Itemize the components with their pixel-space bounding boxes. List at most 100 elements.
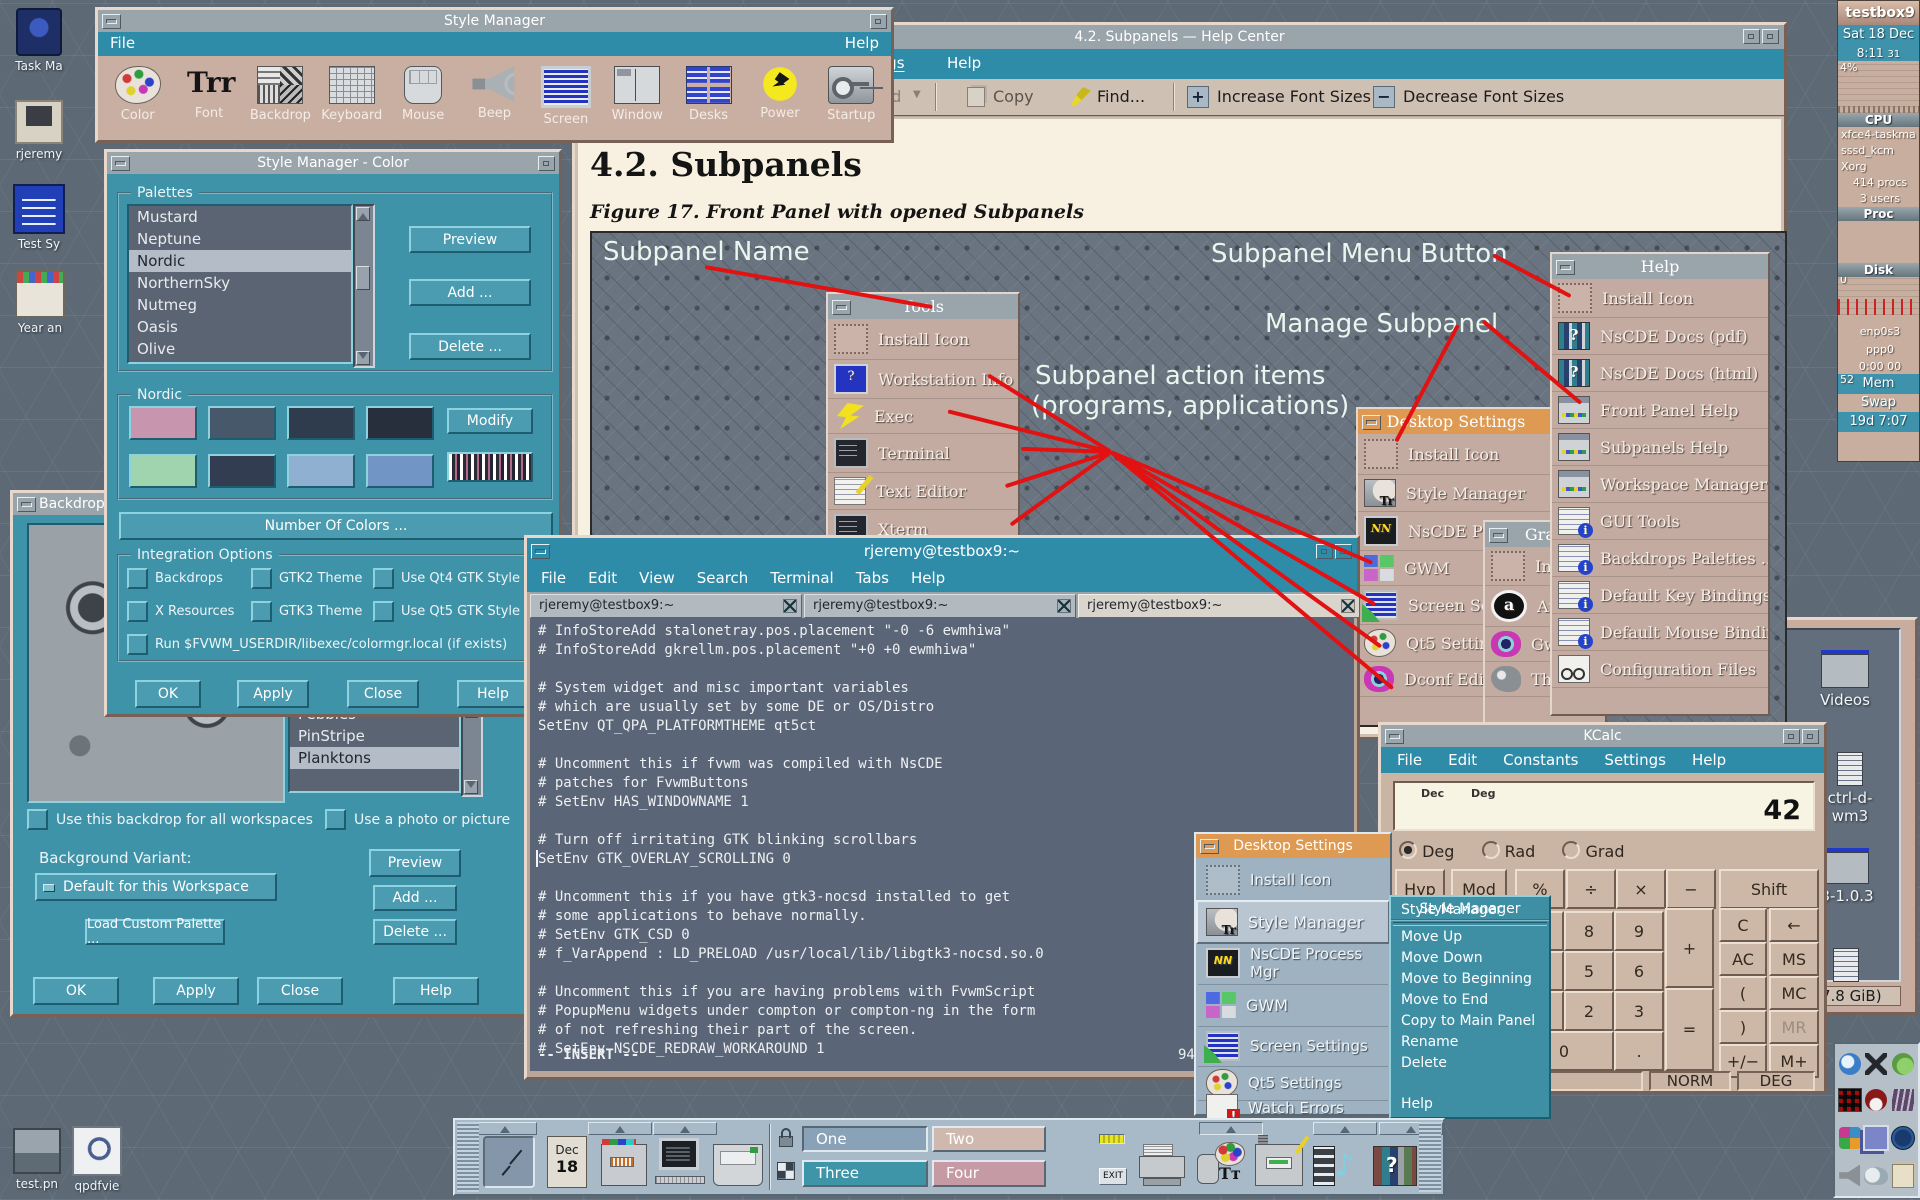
desktop-icon-qpdfview[interactable]: qpdfvie — [64, 1126, 130, 1193]
grad-radio[interactable]: Grad — [1562, 842, 1624, 861]
tray-wave-icon[interactable] — [1892, 1089, 1914, 1111]
applications-button[interactable] — [1255, 1144, 1303, 1186]
desktop-icon-taskman[interactable]: Task Ma — [4, 8, 74, 73]
panel-handle-left[interactable] — [457, 1122, 479, 1192]
rad-radio[interactable]: Rad — [1482, 842, 1536, 861]
key-dot[interactable]: . — [1614, 1031, 1664, 1071]
subpanel-tab[interactable] — [588, 1122, 652, 1135]
check-qt4[interactable]: Use Qt4 GTK Style — [373, 568, 520, 589]
tray-cubes-icon[interactable] — [1839, 1127, 1861, 1149]
style-manager-button[interactable]: Tᴛ — [1197, 1142, 1245, 1188]
menu-item[interactable]: Move to Beginning — [1391, 969, 1549, 990]
palettes-scrollbar[interactable] — [353, 204, 375, 368]
help-button[interactable]: Help — [393, 977, 479, 1005]
menu-item[interactable]: Copy to Main Panel — [1391, 1011, 1549, 1032]
key-9[interactable]: 9 — [1614, 911, 1664, 951]
striped-swatch[interactable] — [447, 452, 533, 482]
subpanel-screen-settings[interactable]: Screen Settings — [1198, 1026, 1388, 1067]
check-gtk3[interactable]: GTK3 Theme — [251, 601, 362, 622]
palette-item[interactable]: Mustard — [129, 206, 351, 228]
tray-lock-icon[interactable] — [1891, 1126, 1915, 1150]
menu-item[interactable]: Rename — [1391, 1032, 1549, 1053]
tray-player-icon[interactable] — [1865, 1089, 1887, 1111]
exit-button[interactable]: EXIT — [1099, 1168, 1127, 1185]
media-button[interactable]: ♪ — [1313, 1146, 1359, 1186]
desktop-icon-testpng[interactable]: test.pn — [6, 1128, 68, 1191]
window-menu-button[interactable] — [102, 14, 121, 29]
check-backdrops[interactable]: Backdrops — [127, 568, 223, 589]
help-button[interactable]: Help — [457, 680, 529, 708]
printer-button[interactable] — [1139, 1150, 1185, 1186]
check-colormgr[interactable]: Run $FVWM_USERDIR/libexec/colormgr.local… — [127, 634, 507, 655]
key-close-paren[interactable]: ) — [1719, 1010, 1767, 1044]
subpanel-tab[interactable] — [653, 1122, 717, 1135]
tool-font[interactable]: Font — [173, 66, 244, 121]
add-button[interactable]: Add ... — [373, 885, 457, 911]
tray-keyboard-icon[interactable] — [1838, 1088, 1862, 1112]
key-2[interactable]: 2 — [1564, 991, 1614, 1031]
help-books-button[interactable]: ? — [1373, 1146, 1417, 1186]
key-8[interactable]: 8 — [1564, 911, 1614, 951]
terminal-button[interactable] — [655, 1138, 705, 1188]
tool-mouse[interactable]: Mouse — [387, 66, 458, 123]
file-videos[interactable]: Videos — [1815, 654, 1875, 709]
check-xresources[interactable]: X Resources — [127, 601, 234, 622]
decrease-font-button[interactable]: Decrease Font Sizes — [1403, 87, 1564, 106]
kcalc-menu-item[interactable]: File — [1397, 751, 1422, 769]
subpanel-tab[interactable] — [1313, 1122, 1377, 1135]
maximize-button[interactable] — [538, 156, 555, 171]
color-swatch[interactable] — [287, 406, 355, 440]
tab-close-icon[interactable] — [1057, 599, 1071, 613]
workspace-grid-button[interactable] — [777, 1162, 795, 1180]
terminal-menu-item[interactable]: Search — [697, 569, 749, 587]
tool-desks[interactable]: Desks — [673, 66, 744, 123]
style-manager-titlebar[interactable]: Style Manager — [98, 10, 891, 32]
tray-scissors-icon[interactable] — [1865, 1053, 1887, 1075]
palette-item[interactable]: Oasis — [129, 316, 351, 338]
desktop-icon-rjeremy[interactable]: rjeremy — [0, 100, 78, 161]
window-menu-button[interactable] — [111, 156, 130, 171]
terminal-menu-item[interactable]: File — [541, 569, 566, 587]
workspace-three-button[interactable]: Three — [802, 1160, 928, 1187]
tool-screen[interactable]: Screen — [530, 66, 601, 127]
subpanel-watch-errors[interactable]: Watch Errors — [1198, 1100, 1388, 1116]
gkrellm-hostname[interactable]: testbox9 — [1838, 1, 1919, 25]
menu-help[interactable]: Help — [947, 54, 981, 72]
desktop-icon-yearan[interactable]: Year an — [2, 270, 78, 335]
workspace-two-button[interactable]: Two — [932, 1126, 1046, 1152]
color-swatch[interactable] — [208, 406, 276, 440]
tray-displays-icon[interactable] — [1863, 1125, 1889, 1151]
subpanel-install-icon[interactable]: Install Icon — [1198, 860, 1388, 901]
key-shift[interactable]: Shift — [1719, 869, 1819, 909]
apply-button[interactable]: Apply — [237, 680, 309, 708]
copy-button[interactable]: Copy — [993, 87, 1034, 106]
color-swatch[interactable] — [129, 406, 197, 440]
ok-button[interactable]: OK — [135, 680, 201, 708]
key-5[interactable]: 5 — [1564, 951, 1614, 991]
tool-startup[interactable]: Startup — [816, 66, 887, 123]
minimize-button[interactable] — [1743, 29, 1760, 44]
key-plus[interactable]: + — [1665, 908, 1714, 988]
key-multiply[interactable]: × — [1616, 869, 1666, 909]
color-swatch[interactable] — [129, 454, 197, 488]
palette-item[interactable]: NorthernSky — [129, 272, 351, 294]
preview-button[interactable]: Preview — [409, 226, 531, 253]
deg-radio[interactable]: Deg — [1399, 842, 1454, 861]
tray-notes-icon[interactable] — [1892, 1164, 1914, 1188]
minimize-button[interactable] — [1783, 729, 1800, 744]
tray-volume-icon[interactable] — [1839, 1165, 1861, 1187]
find-button[interactable]: Find... — [1097, 87, 1145, 106]
palette-item[interactable]: Neptune — [129, 228, 351, 250]
calendar-button[interactable]: Dec 18 — [547, 1136, 587, 1188]
workspace-one-button[interactable]: One — [802, 1126, 928, 1152]
preview-button[interactable]: Preview — [369, 849, 461, 877]
modify-button[interactable]: Modify — [447, 408, 533, 434]
color-swatch[interactable] — [366, 406, 434, 440]
window-menu-button[interactable] — [17, 497, 36, 512]
tab-close-icon[interactable] — [783, 599, 797, 613]
key-c[interactable]: C — [1719, 908, 1767, 942]
maximize-button[interactable] — [870, 14, 887, 29]
key-ac[interactable]: AC — [1719, 942, 1767, 976]
key-equals[interactable]: = — [1665, 988, 1714, 1071]
key-6[interactable]: 6 — [1614, 951, 1664, 991]
